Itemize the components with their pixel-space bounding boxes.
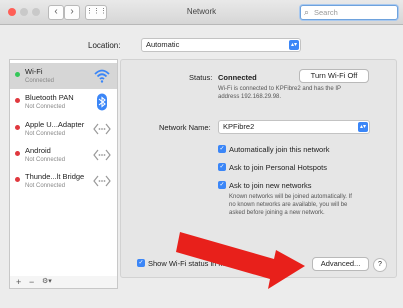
annotation-arrow — [176, 232, 305, 289]
